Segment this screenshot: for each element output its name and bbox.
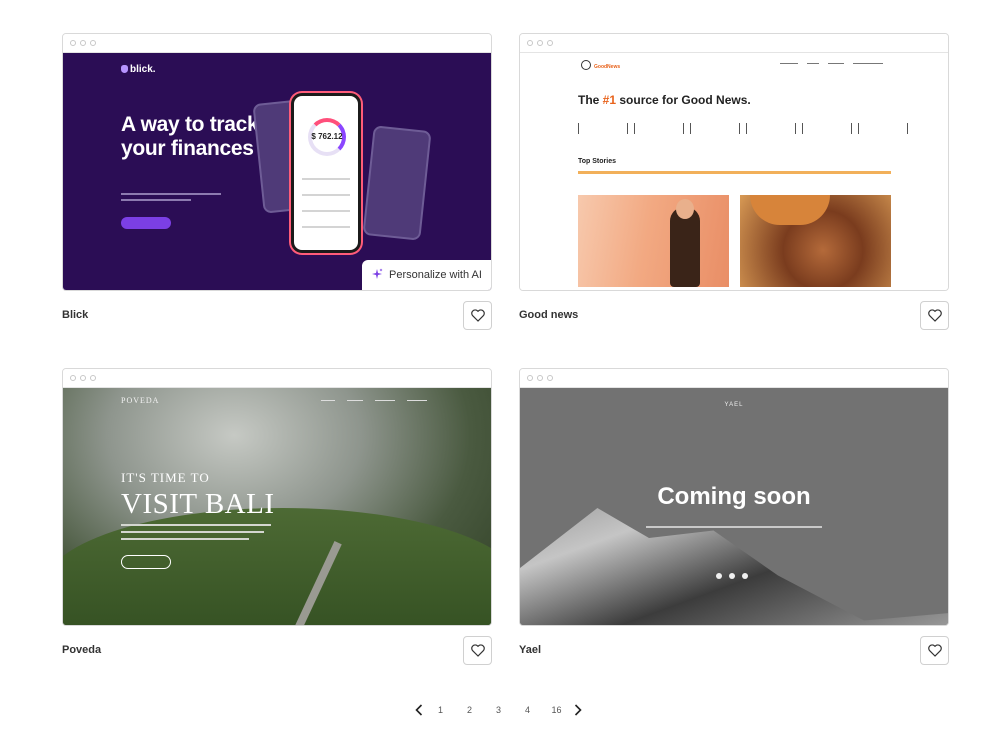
phone-mockup-main: $ 762.12 xyxy=(291,93,361,253)
favorite-button[interactable] xyxy=(463,301,492,330)
heart-icon xyxy=(927,309,942,322)
poveda-cta-button xyxy=(121,555,171,569)
blick-subtext xyxy=(121,193,221,205)
story-image-woman xyxy=(578,195,729,287)
card-meta: Blick xyxy=(62,291,492,335)
poveda-nav xyxy=(321,398,427,401)
phone-mockup-right xyxy=(362,125,432,241)
favorite-button[interactable] xyxy=(463,636,492,665)
template-title: Good news xyxy=(519,309,579,321)
page-link-16[interactable]: 16 xyxy=(542,705,571,715)
poveda-description xyxy=(121,524,271,545)
yael-headline: Coming soon xyxy=(657,483,811,510)
heart-icon xyxy=(470,644,485,657)
yael-subtext xyxy=(646,526,822,528)
story-image-portrait xyxy=(740,195,891,287)
blick-cta-button xyxy=(121,217,171,229)
poveda-headline: VISIT BALI xyxy=(121,488,275,520)
prev-page-button[interactable] xyxy=(412,700,426,720)
browser-chrome xyxy=(520,34,948,53)
favorite-button[interactable] xyxy=(920,301,949,330)
personalize-ai-button[interactable]: Personalize with AI xyxy=(362,260,491,290)
template-card-blick: blick. A way to track your finances $ 76… xyxy=(62,33,492,335)
page-link-2[interactable]: 2 xyxy=(455,705,484,715)
blick-logo: blick. xyxy=(121,64,156,75)
yael-preview: YAEL Coming soon xyxy=(520,388,948,625)
template-title: Poveda xyxy=(62,644,102,656)
sparkle-icon xyxy=(371,268,383,283)
personalize-ai-label: Personalize with AI xyxy=(389,269,482,281)
next-page-button[interactable] xyxy=(571,700,585,720)
yael-logo: YAEL xyxy=(724,402,744,408)
template-preview-frame[interactable]: blick. A way to track your finances $ 76… xyxy=(62,33,492,291)
card-meta: Poveda xyxy=(62,626,492,670)
poveda-preview: POVEDA IT'S TIME TO VISIT BALI xyxy=(63,388,491,625)
instagram-icon xyxy=(729,573,735,579)
poveda-kicker: IT'S TIME TO xyxy=(121,470,210,485)
page-link-4[interactable]: 4 xyxy=(513,705,542,715)
browser-chrome xyxy=(63,34,491,53)
chevron-right-icon xyxy=(574,704,582,716)
heart-icon xyxy=(927,644,942,657)
template-preview-frame[interactable]: POVEDA IT'S TIME TO VISIT BALI xyxy=(62,368,492,626)
page-link-3[interactable]: 3 xyxy=(484,705,513,715)
browser-chrome xyxy=(63,369,491,388)
blick-preview: blick. A way to track your finances $ 76… xyxy=(63,53,491,290)
category-chips xyxy=(578,123,908,134)
poveda-logo: POVEDA xyxy=(121,396,160,405)
section-underline xyxy=(578,171,891,174)
template-preview-frame[interactable]: YAEL Coming soon xyxy=(519,368,949,626)
blick-headline: A way to track your finances xyxy=(121,113,259,160)
good-news-headline: The #1 source for Good News. xyxy=(578,93,751,107)
facebook-icon xyxy=(716,573,722,579)
good-news-preview: GoodNews The #1 source for Good News. To… xyxy=(520,53,948,290)
favorite-button[interactable] xyxy=(920,636,949,665)
pagination: 1 2 3 4 16 xyxy=(412,700,585,720)
browser-chrome xyxy=(520,369,948,388)
card-meta: Good news xyxy=(519,291,949,335)
social-icons xyxy=(716,573,748,579)
template-preview-frame[interactable]: GoodNews The #1 source for Good News. To… xyxy=(519,33,949,291)
good-news-nav xyxy=(780,61,883,64)
template-title: Blick xyxy=(62,309,89,321)
template-card-yael: YAEL Coming soon Yael xyxy=(519,368,949,670)
heart-icon xyxy=(470,309,485,322)
card-meta: Yael xyxy=(519,626,949,670)
twitter-icon xyxy=(742,573,748,579)
chevron-left-icon xyxy=(415,704,423,716)
top-stories-heading: Top Stories xyxy=(578,158,616,165)
template-card-good-news: GoodNews The #1 source for Good News. To… xyxy=(519,33,949,335)
template-title: Yael xyxy=(519,644,542,656)
balance-amount: $ 762.12 xyxy=(311,132,343,141)
template-card-poveda: POVEDA IT'S TIME TO VISIT BALI Poveda xyxy=(62,368,492,670)
good-news-logo: GoodNews xyxy=(581,60,620,70)
page-link-1[interactable]: 1 xyxy=(426,705,455,715)
